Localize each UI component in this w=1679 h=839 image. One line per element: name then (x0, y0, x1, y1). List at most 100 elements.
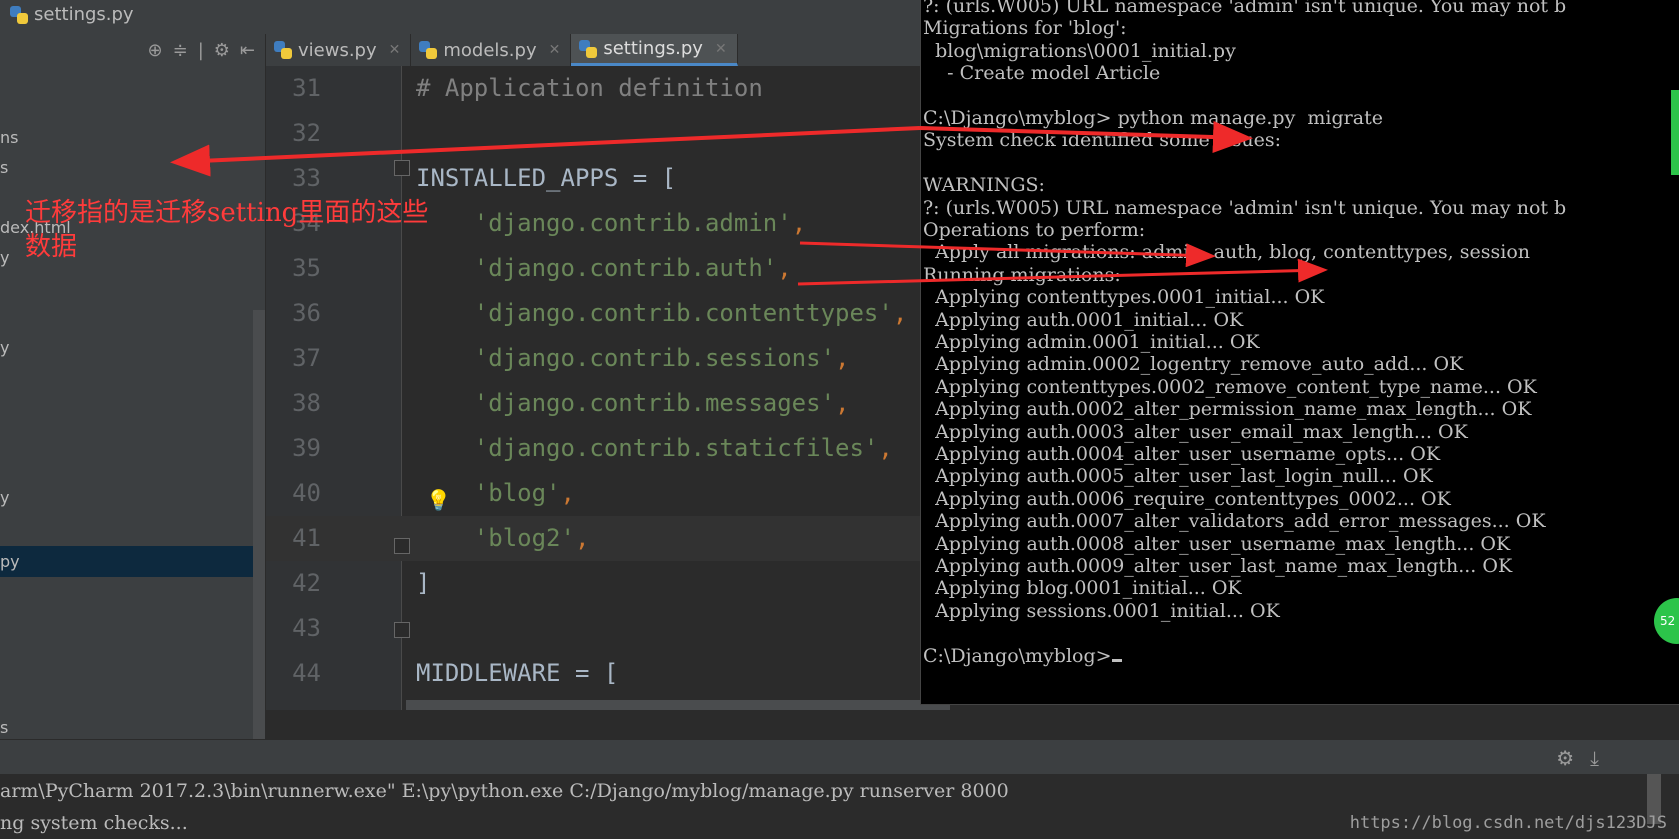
tab-label: views.py (298, 39, 377, 61)
gear-icon[interactable]: ⚙ (214, 40, 230, 61)
line-number: 31 (292, 74, 321, 102)
sidebar-item[interactable]: y (0, 248, 9, 267)
sidebar-item[interactable]: y (0, 338, 9, 357)
line-number: 41 (292, 524, 321, 552)
hide-panel-icon[interactable]: ⇤ (240, 40, 255, 61)
python-file-icon (419, 41, 438, 59)
green-indicator (1671, 90, 1679, 175)
code-editor[interactable]: 31 # Application definition 32 33 INSTALLED_… (266, 66, 950, 710)
line-number: 33 (292, 164, 321, 192)
collapse-all-icon[interactable]: ≑ (173, 40, 188, 61)
terminal-line: Applying auth.0007_alter_validators_add_… (923, 510, 1546, 533)
python-file-icon (274, 41, 292, 59)
code-text: 'django.contrib.admin', (416, 209, 807, 237)
fold-icon[interactable] (394, 538, 410, 554)
code-line[interactable]: 44 MIDDLEWARE = [ (266, 651, 950, 696)
python-file-icon (579, 39, 598, 58)
gear-icon[interactable]: ⚙ (1556, 746, 1574, 770)
code-text: 'django.contrib.contenttypes', (416, 299, 908, 327)
fold-icon[interactable] (394, 622, 410, 638)
tab-views[interactable]: views.py ✕ (266, 34, 412, 66)
sidebar-item[interactable]: ns (0, 128, 18, 147)
terminal-line: Operations to perform: (923, 219, 1146, 241)
code-line[interactable]: 33 INSTALLED_APPS = [ (266, 156, 950, 201)
annotation-line-1: 迁移指的是迁移setting里面的这些 (25, 198, 429, 228)
lightbulb-icon[interactable]: 💡 (426, 488, 451, 512)
tab-settings[interactable]: settings.py ✕ (571, 34, 738, 66)
sidebar-item[interactable]: s (0, 158, 8, 177)
console-line: ng system checks... (0, 812, 188, 834)
terminal-line: - Create model Article (923, 62, 1161, 85)
sidebar-item-selected[interactable]: py (0, 546, 265, 577)
terminal-cursor (1111, 658, 1122, 662)
code-text: MIDDLEWARE = [ (416, 659, 619, 687)
terminal-line: Applying blog.0001_initial... OK (923, 577, 1242, 600)
line-number: 43 (292, 614, 321, 642)
terminal-line: Applying admin.0001_initial... OK (923, 331, 1260, 353)
run-toolbar: ⚙ ⤓ (0, 739, 1679, 775)
cmd-terminal[interactable]: ?: (urls.W005) URL namespace 'admin' isn… (920, 0, 1679, 705)
code-text: 'django.contrib.staticfiles', (416, 434, 893, 462)
line-number: 42 (292, 569, 321, 597)
terminal-line: Applying auth.0004_alter_user_username_o… (923, 443, 1441, 465)
breadcrumb-bar: settings.py (0, 0, 950, 34)
terminal-line: Migrations for 'blog': (923, 17, 1127, 40)
line-number: 38 (292, 389, 321, 417)
terminal-line: Apply all migrations: admin, auth, blog,… (923, 241, 1530, 264)
divider: | (197, 39, 204, 61)
annotation-text: 迁移指的是迁移setting里面的这些 数据 (25, 196, 428, 264)
terminal-line: WARNINGS: (923, 174, 1045, 197)
sidebar-scrollbar[interactable] (253, 310, 265, 740)
close-icon[interactable]: ✕ (715, 41, 727, 57)
terminal-line: Applying contenttypes.0001_initial... OK (923, 286, 1325, 309)
terminal-line: C:\Django\myblog> (923, 644, 1122, 668)
line-number: 40 (292, 479, 321, 507)
python-file-icon (10, 5, 28, 24)
tab-label: models.py (443, 39, 537, 61)
editor-tabs: views.py ✕ models.py ✕ settings.py ✕ (266, 34, 950, 66)
project-sidebar: ⊕ ≑ | ⚙ ⇤ ns s dex.html y y y py s (0, 34, 266, 740)
breadcrumb[interactable]: settings.py (10, 4, 134, 25)
code-line[interactable]: 38 'django.contrib.messages', (266, 381, 950, 426)
terminal-line: Running migrations: (923, 263, 1121, 286)
tab-models[interactable]: models.py ✕ (411, 34, 572, 66)
terminal-line: blog\migrations\0001_initial.py (923, 39, 1236, 62)
fold-icon[interactable] (394, 160, 410, 176)
code-line[interactable]: 43 (266, 606, 950, 651)
terminal-line: Applying sessions.0001_initial... OK (923, 599, 1280, 622)
terminal-line: Applying auth.0005_alter_user_last_login… (923, 465, 1433, 488)
terminal-line: ?: (urls.W005) URL namespace 'admin' isn… (923, 196, 1567, 219)
terminal-line: C:\Django\myblog> python manage.py migra… (923, 107, 1383, 129)
locate-icon[interactable]: ⊕ (148, 40, 163, 61)
close-icon[interactable]: ✕ (549, 42, 561, 58)
code-text: INSTALLED_APPS = [ (416, 164, 677, 192)
code-line[interactable]: 41 'blog2', (266, 516, 950, 561)
code-line[interactable]: 42] (266, 561, 950, 606)
sidebar-toolbar: ⊕ ≑ | ⚙ ⇤ (0, 34, 265, 66)
terminal-line: Applying admin.0002_logentry_remove_auto… (923, 353, 1464, 376)
terminal-line: Applying auth.0002_alter_permission_name… (923, 398, 1532, 421)
line-number: 37 (292, 344, 321, 372)
breadcrumb-file[interactable]: settings.py (34, 4, 134, 25)
code-line[interactable]: 39 'django.contrib.staticfiles', (266, 426, 950, 471)
terminal-line: Applying auth.0009_alter_user_last_name_… (923, 555, 1513, 577)
code-text: ] (416, 569, 431, 597)
terminal-line: Applying auth.0006_require_contenttypes_… (923, 487, 1451, 510)
code-line[interactable]: 32 (266, 111, 950, 156)
editor-horizontal-scrollbar[interactable] (406, 700, 950, 710)
code-text: 'django.contrib.auth', (416, 254, 792, 282)
code-line[interactable]: 36 'django.contrib.contenttypes', (266, 291, 950, 336)
terminal-line: Applying contenttypes.0002_remove_conten… (923, 375, 1537, 398)
download-icon[interactable]: ⤓ (1590, 746, 1599, 770)
console-line: arm\PyCharm 2017.2.3\bin\runnerw.exe" E:… (0, 780, 1009, 802)
code-line[interactable]: 31 # Application definition (266, 66, 950, 111)
code-line[interactable]: 37 'django.contrib.sessions', (266, 336, 950, 381)
terminal-line: System check identified some issues: (923, 129, 1282, 152)
code-line[interactable]: 40 'blog', (266, 471, 950, 516)
watermark: https://blog.csdn.net/djs123DJS (1349, 813, 1667, 833)
code-text: 'blog2', (416, 524, 590, 552)
sidebar-item[interactable]: y (0, 488, 9, 507)
terminal-line: Applying auth.0001_initial... OK (923, 308, 1244, 331)
close-icon[interactable]: ✕ (389, 42, 401, 58)
sidebar-item[interactable]: s (0, 718, 8, 737)
